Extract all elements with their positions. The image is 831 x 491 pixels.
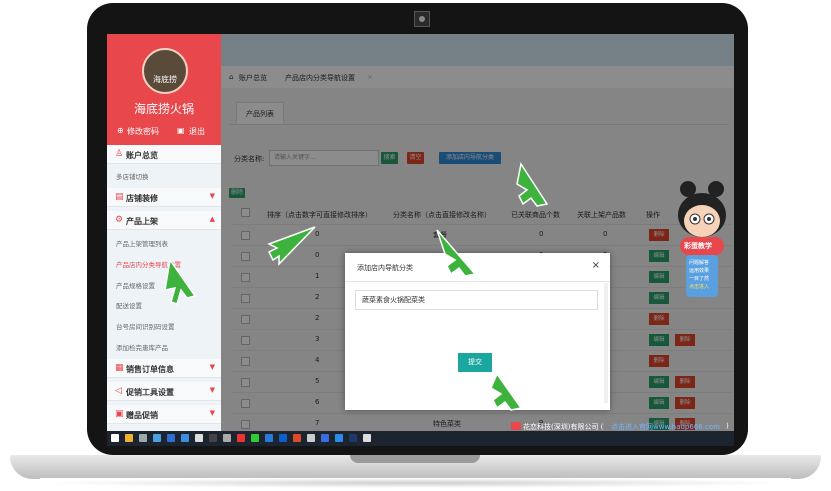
- app-icon[interactable]: [167, 434, 175, 442]
- app-icon[interactable]: [321, 434, 329, 442]
- wechat-icon[interactable]: [251, 434, 259, 442]
- screen: 海底捞 海底捞火锅 ⊕ 修改密码 ▣ 退出 ♙ 账户总览 多店铺切换 ▤ 店铺装…: [107, 34, 734, 446]
- laptop-notch: [350, 455, 480, 463]
- app-icon[interactable]: [335, 434, 343, 442]
- app-icon[interactable]: [181, 434, 189, 442]
- app-icon[interactable]: [195, 434, 203, 442]
- app-icon[interactable]: [139, 434, 147, 442]
- app-icon[interactable]: [279, 434, 287, 442]
- folder-icon[interactable]: [125, 434, 133, 442]
- arrow-icon: [516, 162, 549, 207]
- arrow-icon: [164, 258, 197, 305]
- app-icon[interactable]: [237, 434, 245, 442]
- pointer-arrows: [164, 162, 549, 411]
- app-icon[interactable]: [265, 434, 273, 442]
- chrome-icon[interactable]: [293, 434, 301, 442]
- arrow-icon: [267, 226, 316, 266]
- camera-icon: [414, 11, 430, 27]
- start-icon[interactable]: [111, 434, 119, 442]
- app-icon[interactable]: [307, 434, 315, 442]
- app-icon[interactable]: [223, 434, 231, 442]
- taskbar: [107, 431, 734, 446]
- photoshop-icon[interactable]: [349, 434, 357, 442]
- app-icon[interactable]: [153, 434, 161, 442]
- app-icon[interactable]: [363, 434, 371, 442]
- app-icon[interactable]: [209, 434, 217, 442]
- laptop-shadow: [40, 478, 791, 488]
- arrow-icon: [436, 229, 477, 277]
- arrow-icon: [490, 372, 523, 411]
